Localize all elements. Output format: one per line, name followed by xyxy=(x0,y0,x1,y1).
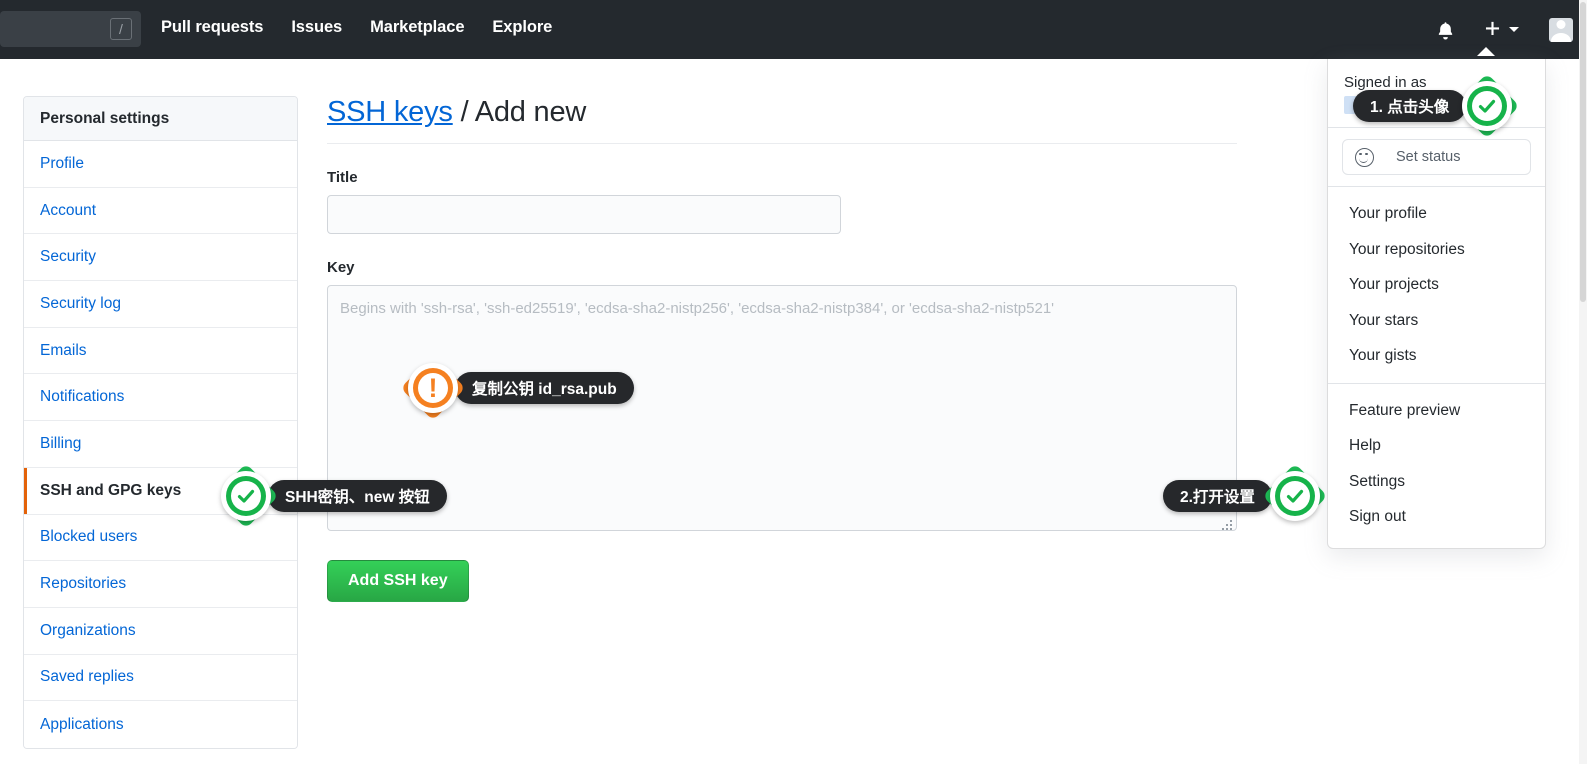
annotation-label: 2.打开设置 xyxy=(1163,480,1272,512)
set-status-label: Set status xyxy=(1396,149,1461,166)
settings-sidebar: Personal settings Profile Account Securi… xyxy=(23,96,298,749)
nav-issues[interactable]: Issues xyxy=(291,18,342,37)
sidebar-item-saved-replies[interactable]: Saved replies xyxy=(24,654,297,702)
search-input[interactable]: / xyxy=(0,11,141,47)
annotation-open-settings: 2.打开设置 xyxy=(1163,463,1328,529)
create-new-button[interactable] xyxy=(1483,20,1519,39)
sidebar-item-label: Applications xyxy=(40,715,124,733)
sidebar-item-label: Emails xyxy=(40,341,87,359)
sidebar-item-organizations[interactable]: Organizations xyxy=(24,607,297,655)
title-field-label: Title xyxy=(327,169,358,186)
annotation-copy-public-key: ! 复制公钥 id_rsa.pub xyxy=(400,355,634,421)
sidebar-item-label: Organizations xyxy=(40,621,136,639)
sidebar-item-notifications[interactable]: Notifications xyxy=(24,374,297,422)
menu-item-your-profile[interactable]: Your profile xyxy=(1328,196,1545,232)
sidebar-item-emails[interactable]: Emails xyxy=(24,327,297,375)
search-shortcut-hint: / xyxy=(110,18,132,40)
sidebar-item-security[interactable]: Security xyxy=(24,234,297,282)
user-menu-arrow xyxy=(1477,47,1495,56)
sidebar-item-profile[interactable]: Profile xyxy=(24,141,297,188)
sidebar-title: Personal settings xyxy=(24,97,297,141)
global-header: / Pull requests Issues Marketplace Explo… xyxy=(0,0,1587,59)
sidebar-item-label: SSH and GPG keys xyxy=(40,481,182,499)
annotation-click-avatar: 1. 点击头像 xyxy=(1353,73,1520,139)
sidebar-item-repositories[interactable]: Repositories xyxy=(24,561,297,608)
sidebar-item-label: Notifications xyxy=(40,388,125,406)
sidebar-item-label: Blocked users xyxy=(40,528,138,546)
nav-marketplace[interactable]: Marketplace xyxy=(370,18,464,37)
breadcrumb-separator: / xyxy=(452,96,475,128)
header-nav: Pull requests Issues Marketplace Explore xyxy=(161,18,552,37)
sidebar-item-label: Billing xyxy=(40,434,82,452)
breadcrumb-ssh-keys[interactable]: SSH keys xyxy=(327,96,453,128)
sidebar-item-security-log[interactable]: Security log xyxy=(24,281,297,328)
annotation-label: 复制公钥 id_rsa.pub xyxy=(455,372,634,404)
set-status-button[interactable]: Set status xyxy=(1342,139,1531,176)
menu-item-feature-preview[interactable]: Feature preview xyxy=(1328,393,1545,429)
sidebar-item-account[interactable]: Account xyxy=(24,187,297,235)
plus-icon xyxy=(1485,21,1500,35)
user-menu-group-primary: Your profile Your repositories Your proj… xyxy=(1328,187,1545,384)
add-ssh-key-button[interactable]: Add SSH key xyxy=(327,560,469,602)
check-icon xyxy=(1454,73,1520,139)
menu-item-sign-out[interactable]: Sign out xyxy=(1328,499,1545,535)
sidebar-item-billing[interactable]: Billing xyxy=(24,421,297,468)
avatar[interactable] xyxy=(1549,17,1573,42)
header-actions xyxy=(1436,0,1573,59)
breadcrumb-current: Add new xyxy=(474,96,587,128)
sidebar-item-label: Saved replies xyxy=(40,668,134,686)
check-icon xyxy=(1262,463,1328,529)
menu-item-your-repositories[interactable]: Your repositories xyxy=(1328,232,1545,268)
menu-item-help[interactable]: Help xyxy=(1328,428,1545,464)
annotation-ssh-keys-new-button: SHH密钥、new 按钮 xyxy=(213,463,447,529)
menu-item-your-gists[interactable]: Your gists xyxy=(1328,338,1545,374)
sidebar-item-label: Profile xyxy=(40,154,84,172)
nav-explore[interactable]: Explore xyxy=(492,18,552,37)
sidebar-item-applications[interactable]: Applications xyxy=(24,701,297,748)
annotation-label: 1. 点击头像 xyxy=(1353,90,1467,122)
title-input[interactable] xyxy=(327,195,841,234)
menu-item-settings[interactable]: Settings xyxy=(1328,464,1545,500)
page-scrollbar-thumb[interactable] xyxy=(1580,2,1586,302)
exclamation-icon: ! xyxy=(400,355,466,421)
page-title: SSH keys / Add new xyxy=(327,96,1237,144)
smiley-icon xyxy=(1355,147,1374,167)
annotation-label: SHH密钥、new 按钮 xyxy=(268,480,447,512)
key-field-label: Key xyxy=(327,259,355,276)
page-scrollbar-track[interactable] xyxy=(1579,0,1587,764)
sidebar-item-label: Security xyxy=(40,248,96,266)
sidebar-item-label: Security log xyxy=(40,294,121,312)
sidebar-item-label: Repositories xyxy=(40,575,127,593)
sidebar-item-label: Account xyxy=(40,201,97,219)
nav-pull-requests[interactable]: Pull requests xyxy=(161,18,263,37)
bell-icon[interactable] xyxy=(1436,20,1455,40)
chevron-down-icon xyxy=(1509,27,1519,32)
check-icon xyxy=(213,463,279,529)
menu-item-your-projects[interactable]: Your projects xyxy=(1328,267,1545,303)
main-content: SSH keys / Add new Title Key Add SSH key xyxy=(327,96,1237,602)
user-menu-group-secondary: Feature preview Help Settings Sign out xyxy=(1328,384,1545,544)
menu-item-your-stars[interactable]: Your stars xyxy=(1328,303,1545,339)
